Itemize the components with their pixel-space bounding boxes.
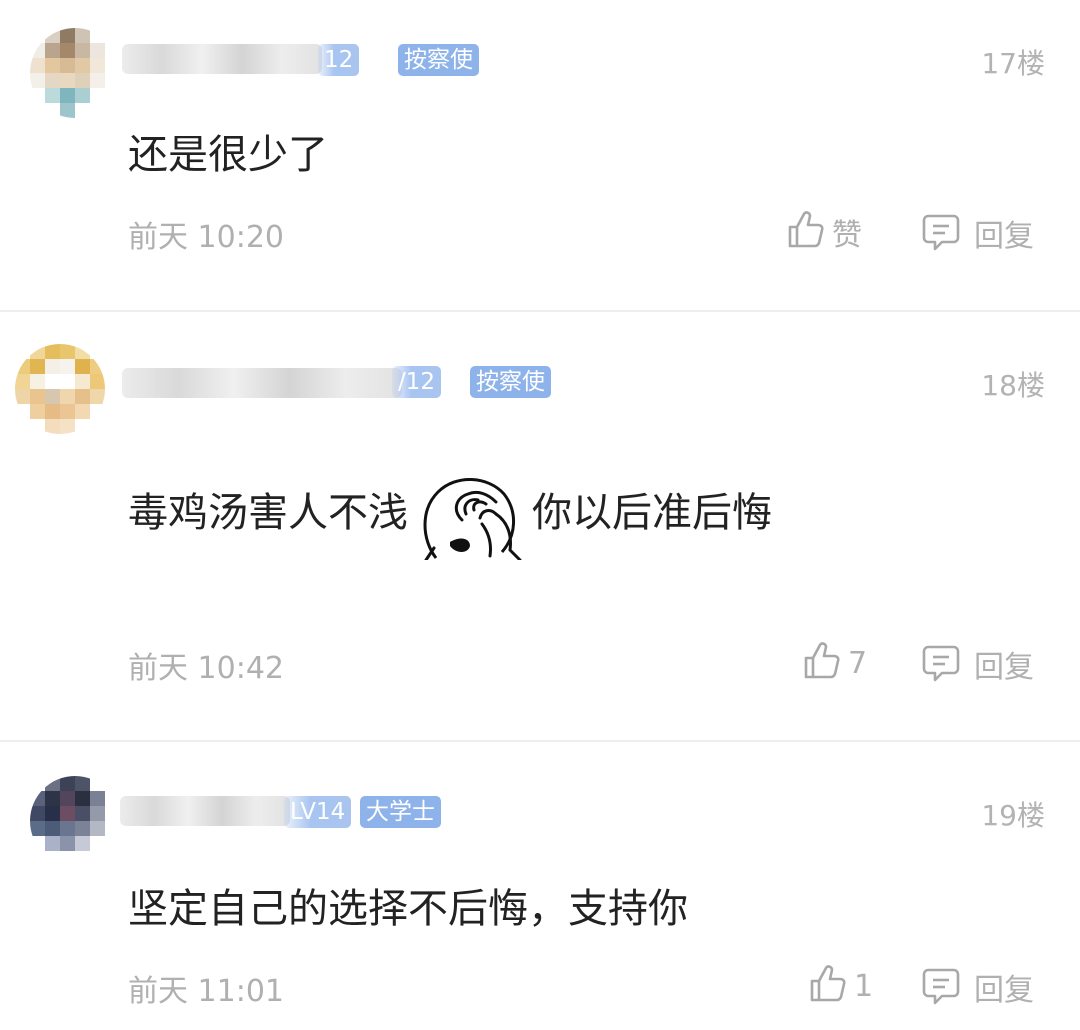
comment-text: 坚定自己的选择不后悔，支持你: [128, 886, 688, 932]
reply-button[interactable]: 回复: [920, 964, 1034, 1010]
username[interactable]: [122, 44, 322, 74]
comment-text: 还是很少了: [128, 132, 328, 178]
like-button[interactable]: 1: [808, 964, 873, 1008]
reply-icon: [920, 964, 962, 1010]
like-count: 1: [854, 968, 874, 1004]
timestamp: 前天 11:01: [128, 974, 284, 1009]
thumbs-up-icon: [786, 210, 826, 254]
reply-label: 回复: [974, 973, 1034, 1008]
comment-item: LV14 大学士 19楼 坚定自己的选择不后悔，支持你 前天 11:01 1 回…: [0, 742, 1080, 1030]
reply-label: 回复: [974, 650, 1034, 685]
avatar[interactable]: [30, 28, 120, 118]
comment-item: /12 按察使 18楼 毒鸡汤害人不浅 你以后准后悔 前天 10:42 7 回复: [0, 312, 1080, 740]
thumbs-up-icon: [808, 964, 848, 1008]
floor-number: 17楼: [981, 47, 1045, 80]
comment-text: 毒鸡汤害人不浅 你以后准后悔: [128, 470, 772, 562]
comment-item: 12 按察使 17楼 还是很少了 前天 10:20 赞 回复: [0, 0, 1080, 310]
reply-label: 回复: [974, 219, 1034, 254]
level-badge: LV14: [284, 796, 352, 828]
comment-text-part: 毒鸡汤害人不浅: [128, 490, 408, 536]
facepalm-emoji: [416, 470, 524, 562]
title-badge: 按察使: [398, 44, 479, 76]
title-badge: 按察使: [470, 366, 551, 398]
username[interactable]: [122, 368, 402, 398]
floor-number: 19楼: [981, 799, 1045, 832]
timestamp: 前天 10:20: [128, 220, 284, 255]
username[interactable]: [120, 796, 290, 826]
like-button[interactable]: 赞: [786, 210, 862, 254]
floor-number: 18楼: [981, 369, 1045, 402]
like-button[interactable]: 7: [802, 641, 867, 685]
timestamp: 前天 10:42: [128, 651, 284, 686]
reply-icon: [920, 210, 962, 256]
like-label: 赞: [832, 218, 862, 253]
level-badge: 12: [318, 44, 360, 76]
reply-icon: [920, 641, 962, 687]
reply-button[interactable]: 回复: [920, 641, 1034, 687]
thumbs-up-icon: [802, 641, 842, 685]
avatar[interactable]: [30, 776, 120, 866]
avatar[interactable]: [15, 344, 105, 434]
title-badge: 大学士: [360, 796, 441, 828]
like-count: 7: [848, 645, 868, 681]
comment-text-part: 你以后准后悔: [532, 490, 772, 536]
level-badge: /12: [392, 366, 442, 398]
reply-button[interactable]: 回复: [920, 210, 1034, 256]
